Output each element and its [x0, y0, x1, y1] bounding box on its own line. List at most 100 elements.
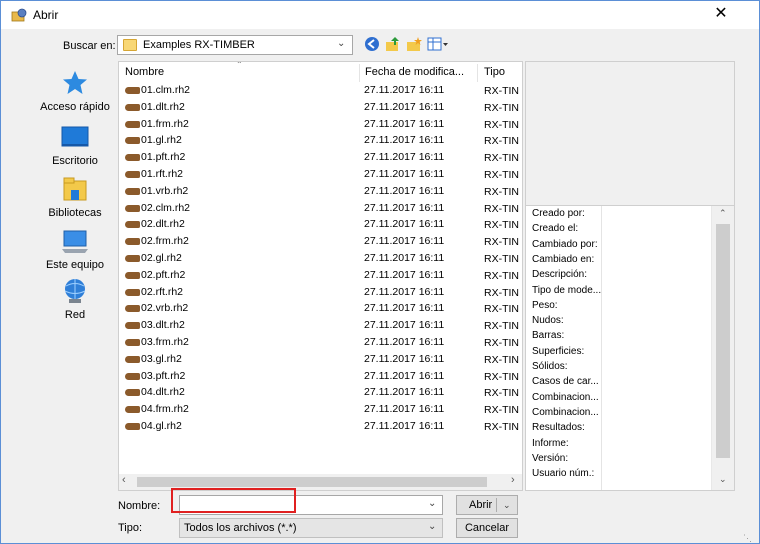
scroll-up-icon[interactable]: ⌃: [719, 208, 727, 219]
property-label: Combinacion...: [532, 406, 599, 418]
column-divider[interactable]: [477, 64, 478, 82]
file-row[interactable]: 02.vrb.rh2 27.11.2017 16:11 RX-TIN: [119, 301, 522, 317]
column-header-type[interactable]: Tipo: [484, 66, 505, 78]
property-label: Versión:: [532, 452, 569, 464]
split-divider: [496, 498, 497, 512]
scroll-right-icon[interactable]: ›: [511, 474, 515, 486]
library-icon: [60, 175, 90, 203]
app-icon: [11, 8, 27, 22]
timber-file-icon: [125, 204, 140, 212]
file-type: RX-TIN: [484, 421, 519, 433]
file-type: RX-TIN: [484, 286, 519, 299]
filetype-value: Todos los archivos (*.*): [184, 522, 297, 534]
timber-file-icon: [125, 389, 140, 397]
properties-pane: Creado por: Creado el: Cambiado por: Cambia…: [525, 205, 735, 491]
property-label: Sólidos:: [532, 361, 568, 372]
file-type: RX-TIN: [484, 269, 519, 282]
file-row[interactable]: 02.rft.rh2 27.11.2017 16:11 RX-TIN: [119, 285, 522, 301]
file-row[interactable]: 01.dlt.rh2 27.11.2017 16:11 RX-TIN: [119, 100, 522, 116]
sort-ascending-icon: ⌃: [236, 61, 243, 69]
dialog-body: Buscar en: Examples RX-TIMBER ⌄ Acceso r…: [1, 29, 759, 543]
close-button[interactable]: ✕: [706, 1, 736, 29]
chevron-down-icon[interactable]: ⌄: [503, 496, 511, 514]
file-row[interactable]: 01.pft.rh2 27.11.2017 16:11 RX-TIN: [119, 150, 522, 166]
timber-file-icon: [125, 372, 140, 380]
vertical-scrollbar[interactable]: ⌃ ⌄: [711, 206, 734, 490]
file-row[interactable]: 03.dlt.rh2 27.11.2017 16:11 RX-TIN: [119, 318, 522, 334]
file-row[interactable]: 01.frm.rh2 27.11.2017 16:11 RX-TIN: [119, 117, 522, 133]
file-type: RX-TIN: [484, 118, 519, 131]
file-row[interactable]: 01.vrb.rh2 27.11.2017 16:11 RX-TIN: [119, 184, 522, 200]
file-row[interactable]: 04.dlt.rh2 27.11.2017 16:11 RX-TIN: [119, 385, 522, 401]
file-list[interactable]: Nombre ⌃ Fecha de modifica... Tipo 01.cl…: [118, 61, 523, 489]
file-row[interactable]: 02.clm.rh2 27.11.2017 16:11 RX-TIN: [119, 201, 522, 217]
cancel-button[interactable]: Cancelar: [456, 518, 518, 538]
file-name: 04.frm.rh2: [141, 403, 189, 416]
filetype-combobox[interactable]: Todos los archivos (*.*) ⌄: [179, 518, 443, 538]
property-label: Casos de car...: [532, 376, 599, 388]
file-type: RX-TIN: [484, 353, 519, 366]
column-divider[interactable]: [359, 64, 360, 82]
file-date: 27.11.2017 16:11: [364, 252, 445, 264]
resize-grip-icon[interactable]: ⋱: [743, 533, 752, 544]
timber-file-icon: [125, 406, 140, 414]
file-row[interactable]: 01.rft.rh2 27.11.2017 16:11 RX-TIN: [119, 167, 522, 183]
file-name: 04.gl.rh2: [141, 420, 182, 432]
file-date: 27.11.2017 16:11: [364, 369, 445, 382]
file-row[interactable]: 04.gl.rh2 27.11.2017 16:11 RX-TIN: [119, 419, 522, 435]
scroll-down-icon[interactable]: ⌄: [719, 474, 727, 485]
view-menu-icon[interactable]: [426, 36, 450, 53]
file-row[interactable]: 03.pft.rh2 27.11.2017 16:11 RX-TIN: [119, 369, 522, 385]
file-name: 02.rft.rh2: [141, 285, 184, 298]
open-button[interactable]: Abrir ⌄: [456, 495, 518, 515]
timber-file-icon: [125, 339, 140, 346]
chevron-down-icon: ⌄: [337, 38, 346, 49]
property-label: Creado el:: [532, 223, 579, 235]
file-type: RX-TIN: [484, 253, 519, 265]
file-row[interactable]: 03.frm.rh2 27.11.2017 16:11 RX-TIN: [119, 335, 522, 351]
file-row[interactable]: 02.pft.rh2 27.11.2017 16:11 RX-TIN: [119, 268, 522, 284]
network-icon: [60, 277, 90, 305]
scroll-thumb[interactable]: [137, 477, 487, 487]
new-folder-icon[interactable]: [405, 36, 423, 53]
file-type: RX-TIN: [484, 202, 519, 215]
property-label: Combinacion...: [532, 391, 599, 403]
file-row[interactable]: 04.frm.rh2 27.11.2017 16:11 RX-TIN: [119, 402, 522, 418]
property-label: Cambiado en:: [532, 253, 595, 265]
file-date: 27.11.2017 16:11: [364, 403, 445, 416]
file-row[interactable]: 01.gl.rh2 27.11.2017 16:11 RX-TIN: [119, 133, 522, 149]
file-date: 27.11.2017 16:11: [364, 285, 445, 298]
lookin-combobox[interactable]: Examples RX-TIMBER ⌄: [117, 35, 353, 55]
scroll-left-icon[interactable]: ‹: [122, 474, 126, 486]
highlight-box: [171, 488, 296, 513]
file-date: 27.11.2017 16:11: [364, 168, 445, 180]
timber-file-icon: [125, 288, 140, 296]
file-date: 27.11.2017 16:11: [364, 352, 445, 365]
file-name: 02.pft.rh2: [141, 268, 186, 281]
timber-file-icon: [125, 305, 140, 313]
file-name: 01.rft.rh2: [141, 168, 184, 180]
scroll-thumb[interactable]: [716, 224, 730, 458]
column-header-name[interactable]: Nombre: [125, 66, 164, 78]
chevron-down-icon[interactable]: ⌄: [428, 498, 436, 509]
open-dialog-window: Abrir ✕ Buscar en: Examples RX-TIMBER ⌄: [0, 0, 760, 544]
file-row[interactable]: 03.gl.rh2 27.11.2017 16:11 RX-TIN: [119, 352, 522, 368]
file-row[interactable]: 02.dlt.rh2 27.11.2017 16:11 RX-TIN: [119, 217, 522, 233]
file-row[interactable]: 01.clm.rh2 27.11.2017 16:11 RX-TIN: [119, 83, 522, 99]
desktop-icon: [60, 123, 90, 151]
up-folder-icon[interactable]: [384, 36, 402, 53]
property-label: Descripción:: [532, 269, 588, 281]
file-type: RX-TIN: [484, 404, 519, 417]
place-label: Este equipo: [45, 259, 105, 271]
file-row[interactable]: 02.frm.rh2 27.11.2017 16:11 RX-TIN: [119, 234, 522, 250]
property-label: Nudos:: [532, 315, 564, 327]
file-row[interactable]: 02.gl.rh2 27.11.2017 16:11 RX-TIN: [119, 251, 522, 267]
timber-file-icon: [125, 137, 140, 145]
property-label: Cambiado por:: [532, 238, 598, 250]
place-label: Red: [64, 309, 86, 321]
computer-icon: [60, 227, 90, 255]
lookin-label: Buscar en:: [63, 40, 116, 52]
file-date: 27.11.2017 16:11: [364, 386, 445, 399]
back-icon[interactable]: [363, 36, 381, 53]
column-header-date[interactable]: Fecha de modifica...: [365, 66, 464, 78]
